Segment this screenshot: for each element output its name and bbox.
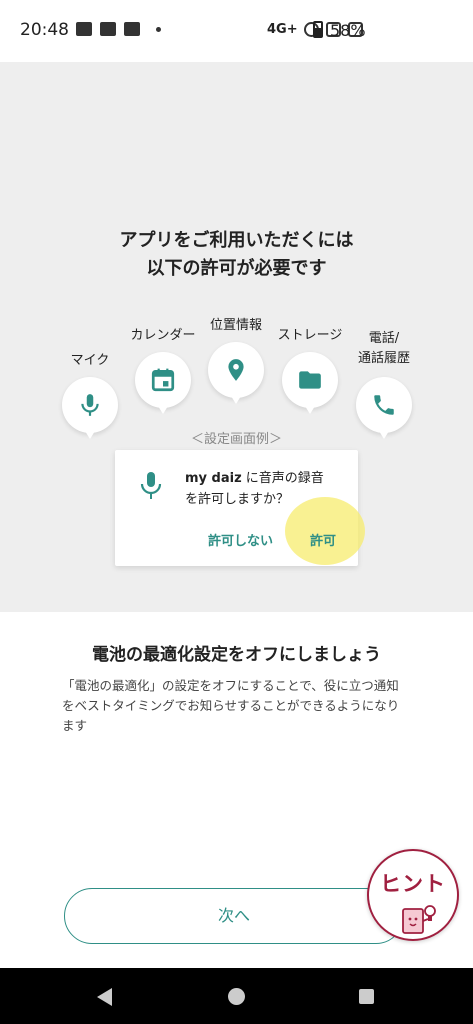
hint-character-icon <box>402 905 436 934</box>
battery-percent: 58% <box>330 21 366 40</box>
example-permission-dialog: my daiz に音声の録音 を許可しますか？ 許可しない 許可 <box>115 450 365 566</box>
notification-icons <box>76 22 161 36</box>
dialog-allow-button: 許可 <box>310 534 337 549</box>
mic-icon <box>140 472 162 499</box>
network-indicator: 4G+ <box>267 22 298 37</box>
section-description: 「電池の最適化」の設定をオフにすることで、役に立つ通知をベストタイミングでお知ら… <box>62 678 400 733</box>
mic-icon <box>81 394 99 416</box>
permission-label-line2: 通話履歴 <box>357 351 410 366</box>
permission-label: マイク <box>70 353 110 368</box>
location-bubble <box>208 342 264 404</box>
permission-label-line1: 電話/ <box>368 331 400 346</box>
hero-title-line1: アプリをご利用いただくには <box>119 230 354 251</box>
recent-apps-icon[interactable] <box>359 989 374 1004</box>
system-nav-bar <box>0 968 473 1024</box>
phone-bubble <box>356 377 412 439</box>
dialog-app-name: my daiz <box>185 471 242 486</box>
section-title: 電池の最適化設定をオフにしましょう <box>92 645 381 665</box>
calendar-bubble <box>135 352 191 414</box>
app-notification-icon-2 <box>124 22 140 36</box>
dialog-text-line1: に音声の録音 <box>241 471 324 486</box>
gallery-icon <box>76 22 92 36</box>
battery-icon <box>313 21 323 38</box>
settings-example-label: ＜設定画面例＞ <box>190 432 282 447</box>
folder-icon <box>299 371 321 389</box>
permission-hero: アプリをご利用いただくには 以下の許可が必要です マイク カレンダー 位置情報 <box>0 62 473 612</box>
more-notifications-icon <box>156 26 161 32</box>
status-time: 20:48 <box>20 20 69 40</box>
location-pin-icon <box>228 359 244 381</box>
phone-icon <box>374 395 394 415</box>
hero-title-line2: 以下の許可が必要です <box>146 258 327 279</box>
calendar-icon <box>151 368 175 392</box>
hint-button[interactable]: ヒント <box>367 849 459 941</box>
mic-bubble <box>62 377 118 439</box>
next-button[interactable]: 次へ <box>64 888 404 944</box>
home-icon[interactable] <box>228 988 245 1005</box>
hint-label: ヒント <box>380 872 446 896</box>
dialog-deny-button: 許可しない <box>208 534 274 549</box>
status-bar: 20:48 4G+ 58% <box>0 0 473 62</box>
app-notification-icon <box>100 22 116 36</box>
back-icon[interactable] <box>97 988 112 1006</box>
